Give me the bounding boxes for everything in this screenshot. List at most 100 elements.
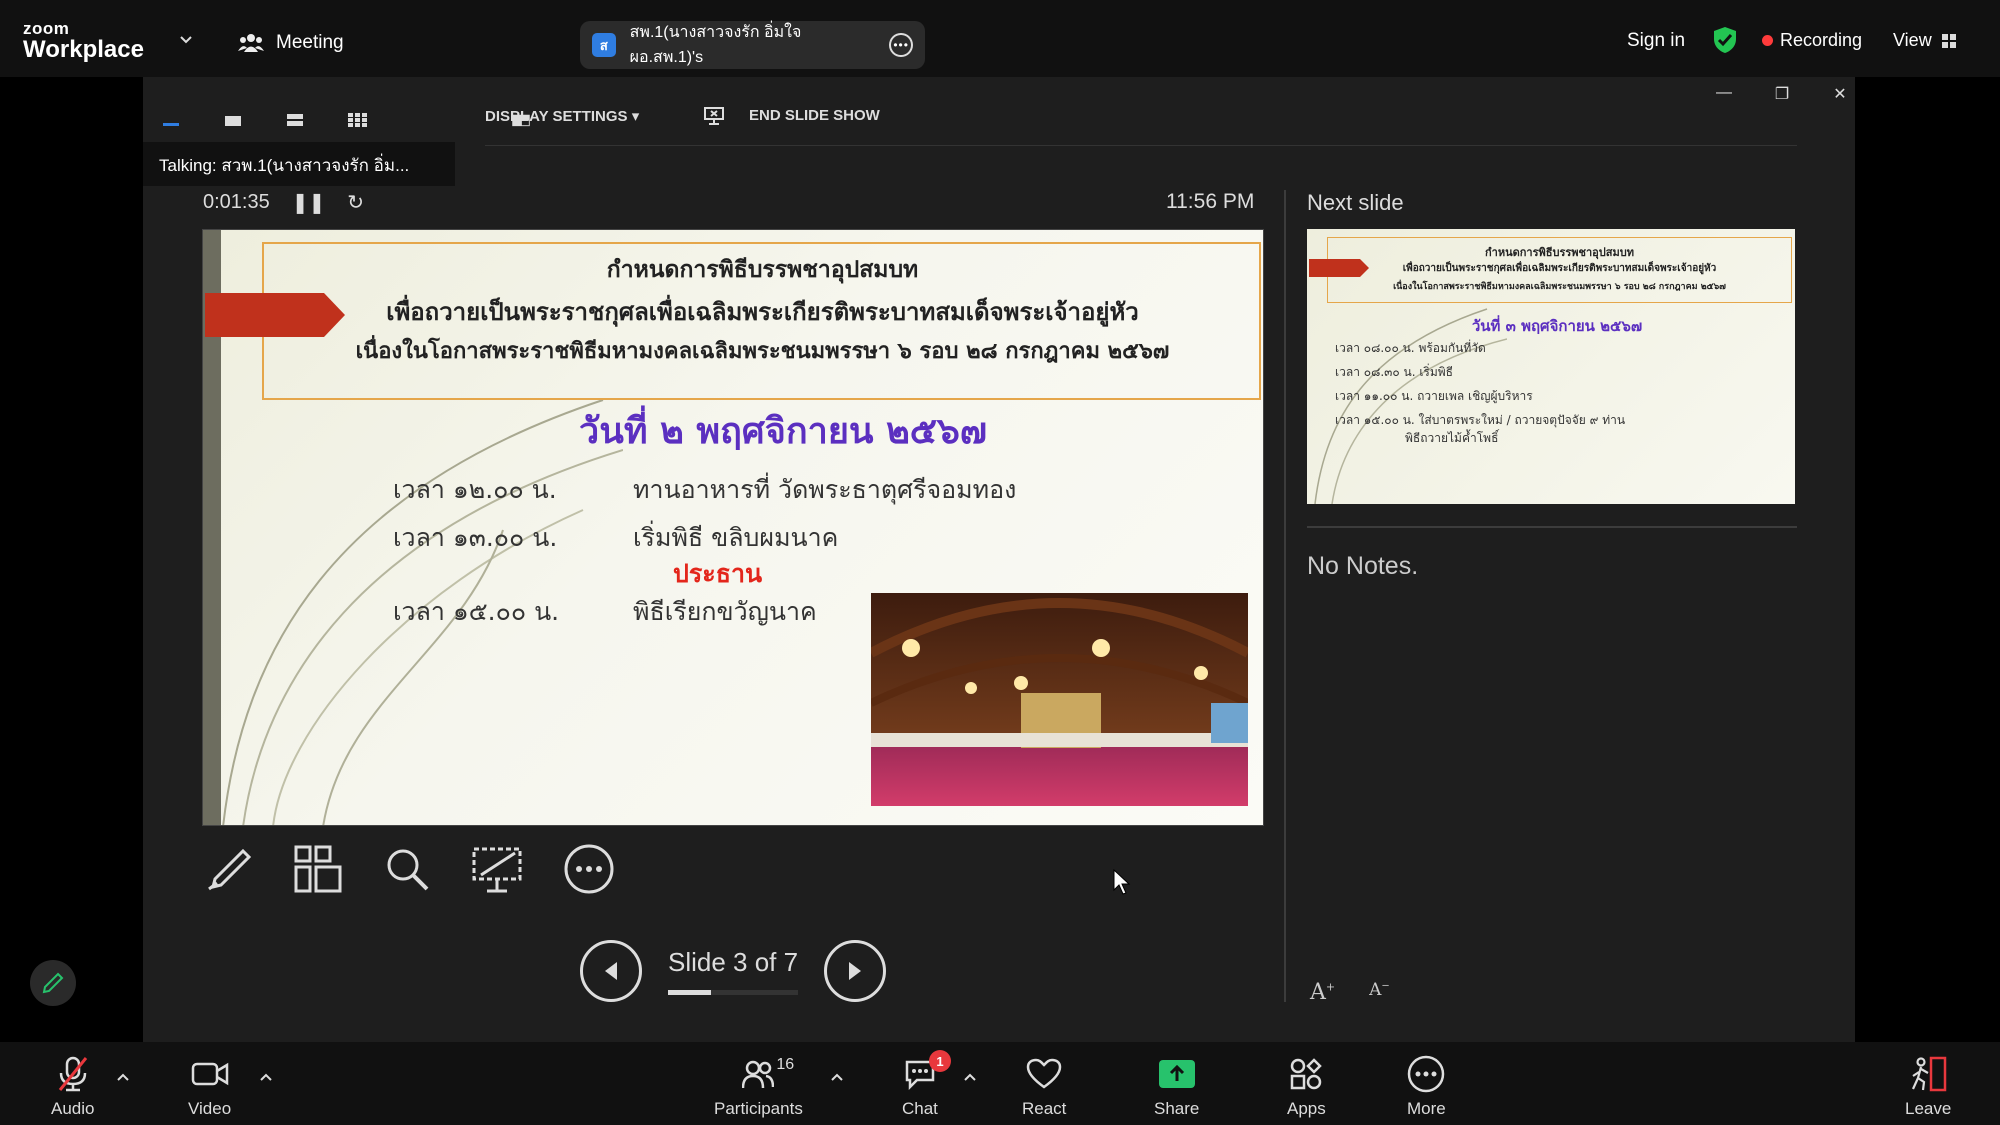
clock-time: 11:56 PM bbox=[1166, 190, 1255, 213]
chat-label: Chat bbox=[902, 1099, 938, 1118]
end-slide-show-button[interactable]: END SLIDE SHOW bbox=[703, 105, 880, 125]
apps-label: Apps bbox=[1287, 1099, 1326, 1118]
shield-check-icon[interactable] bbox=[1712, 26, 1738, 54]
sign-in-link[interactable]: Sign in bbox=[1627, 30, 1685, 52]
apps-button[interactable]: Apps bbox=[1287, 1056, 1326, 1119]
meeting-menu[interactable]: Meeting bbox=[238, 32, 344, 54]
react-button[interactable]: React bbox=[1022, 1056, 1066, 1119]
slide-progress-bar bbox=[668, 990, 798, 995]
top-bar: zoom Workplace Meeting ส สพ.1(นางสาวจงรั… bbox=[0, 0, 2000, 77]
thumb-row-5: พิธีถวายไม้ค้ำโพธิ์ bbox=[1405, 431, 1499, 445]
pencil-icon bbox=[42, 972, 64, 994]
share-label: Share bbox=[1154, 1099, 1200, 1118]
panel-divider bbox=[1284, 190, 1286, 1002]
thumb-row-1: เวลา ๐๘.๐๐ น. พร้อมกันที่วัด bbox=[1335, 341, 1486, 355]
heart-icon bbox=[1026, 1058, 1062, 1089]
layout-gallery-icon[interactable] bbox=[347, 113, 367, 127]
apps-icon bbox=[1291, 1058, 1323, 1090]
zoom-magnifier-icon[interactable] bbox=[383, 845, 431, 893]
view-button[interactable]: View bbox=[1893, 30, 1957, 51]
thumb-title-line-2: เพื่อถวายเป็นพระราชกุศลเพื่อเฉลิมพระเกีย… bbox=[1402, 263, 1717, 274]
thumb-date: วันที่ ๓ พฤศจิกายน ๒๕๖๗ bbox=[1471, 317, 1643, 335]
chat-button[interactable]: 1 Chat bbox=[902, 1050, 951, 1119]
audio-button[interactable]: Audio bbox=[51, 1056, 94, 1119]
meeting-label: Meeting bbox=[276, 32, 344, 53]
video-camera-icon bbox=[191, 1062, 228, 1086]
share-button[interactable]: Share bbox=[1154, 1056, 1199, 1119]
recording-dot-icon bbox=[1762, 35, 1773, 46]
window-controls: — ❐ ✕ bbox=[1712, 84, 1852, 104]
leave-label: Leave bbox=[1905, 1099, 1952, 1118]
schedule-time-1: เวลา ๑๒.๐๐ น. bbox=[393, 475, 557, 504]
more-button[interactable]: More bbox=[1407, 1055, 1446, 1119]
schedule-text-1: ทานอาหารที่ วัดพระธาตุศรีจอมทอง bbox=[633, 475, 1017, 504]
font-size-controls: A+ A− bbox=[1310, 980, 1390, 1005]
share-screen-icon bbox=[1158, 1060, 1195, 1088]
tab-initial-badge: ส bbox=[592, 33, 616, 57]
people-icon bbox=[238, 34, 264, 52]
pause-icon[interactable]: ❚❚ bbox=[292, 190, 326, 215]
layout-minimize-icon[interactable] bbox=[161, 113, 181, 127]
reset-icon[interactable]: ↻ bbox=[347, 190, 364, 215]
thumb-row-2: เวลา ๐๘.๓๐ น. เริ่มพิธี bbox=[1335, 365, 1454, 379]
schedule-text-3: พิธีเรียกขวัญนาค bbox=[633, 597, 817, 626]
display-settings-button[interactable]: DISPLAY SETTINGS ▾ bbox=[485, 107, 639, 125]
more-label: More bbox=[1407, 1099, 1446, 1118]
next-slide-thumbnail[interactable]: กำหนดการพิธีบรรพชาอุปสมบท เพื่อถวายเป็นพ… bbox=[1307, 229, 1795, 504]
notes-divider bbox=[1307, 526, 1797, 528]
participants-options-chevron-icon[interactable] bbox=[830, 1072, 844, 1082]
logo-workplace-text: Workplace bbox=[23, 36, 144, 63]
previous-slide-button[interactable] bbox=[580, 940, 642, 1002]
triangle-right-icon bbox=[849, 962, 862, 980]
more-options-icon[interactable] bbox=[563, 843, 615, 895]
increase-font-icon[interactable]: A+ bbox=[1310, 980, 1335, 1005]
grid-icon bbox=[1941, 33, 1956, 48]
toolbar-divider bbox=[485, 145, 1797, 146]
audio-options-chevron-icon[interactable] bbox=[116, 1072, 130, 1082]
zoom-logo: zoom Workplace bbox=[23, 20, 144, 62]
slide-progress-fill bbox=[668, 990, 711, 995]
speaker-notes: No Notes. bbox=[1307, 552, 1419, 580]
schedule-time-2: เวลา ๑๓.๐๐ น. bbox=[393, 523, 558, 552]
participants-count: 16 bbox=[776, 1056, 795, 1073]
schedule-time-3: เวลา ๑๕.๐๐ น. bbox=[393, 597, 560, 626]
end-show-icon bbox=[704, 107, 724, 125]
next-slide-button[interactable] bbox=[824, 940, 887, 1002]
black-screen-icon[interactable] bbox=[471, 843, 523, 895]
participants-button[interactable]: 16 Participants bbox=[714, 1056, 803, 1119]
audio-label: Audio bbox=[51, 1099, 95, 1118]
pen-icon[interactable] bbox=[205, 845, 253, 893]
thumb-title-line-3: เนื่องในโอกาสพระราชพิธีมหามงคลเฉลิมพระชน… bbox=[1393, 282, 1726, 292]
restore-icon[interactable]: ❐ bbox=[1770, 84, 1794, 104]
tab-title: สพ.1(นางสาวจงรัก อิ่มใจ ผอ.สพ.1)'s bbox=[629, 24, 802, 66]
chevron-down-icon[interactable] bbox=[180, 33, 192, 45]
video-button[interactable]: Video bbox=[188, 1056, 231, 1119]
react-label: React bbox=[1022, 1099, 1067, 1118]
recording-indicator[interactable]: Recording bbox=[1762, 30, 1862, 51]
slide-title-line-3: เนื่องในโอกาสพระราชพิธีมหามงคลเฉลิมพระชน… bbox=[355, 338, 1170, 364]
leave-button[interactable]: Leave bbox=[1905, 1056, 1951, 1119]
current-slide[interactable]: กำหนดการพิธีบรรพชาอุปสมบท เพื่อถวายเป็นพ… bbox=[202, 229, 1264, 826]
shared-screen-tab[interactable]: ส สพ.1(นางสาวจงรัก อิ่มใจ ผอ.สพ.1)'s ••• bbox=[580, 21, 925, 69]
slide-sorter-icon[interactable] bbox=[293, 844, 343, 894]
annotate-button[interactable] bbox=[30, 960, 76, 1006]
thumb-row-4: เวลา ๑๕.๐๐ น. ใส่บาตรพระใหม่ / ถวายจตุปั… bbox=[1335, 413, 1626, 427]
next-slide-label: Next slide bbox=[1307, 190, 1404, 215]
schedule-chairman: ประธาน bbox=[673, 559, 763, 588]
minimize-icon[interactable]: — bbox=[1712, 84, 1736, 104]
chat-unread-badge: 1 bbox=[928, 1050, 951, 1072]
more-dots-icon bbox=[1408, 1055, 1445, 1093]
chat-options-chevron-icon[interactable] bbox=[963, 1072, 977, 1082]
more-options-icon[interactable]: ••• bbox=[889, 33, 913, 57]
layout-single-icon[interactable] bbox=[223, 113, 243, 127]
slide-title-line-2: เพื่อถวายเป็นพระราชกุศลเพื่อเฉลิมพระเกีย… bbox=[386, 297, 1139, 326]
elapsed-time: 0:01:35 bbox=[203, 191, 270, 213]
slide-counter-block: Slide 3 of 7 bbox=[668, 947, 798, 995]
thumb-title-line-1: กำหนดการพิธีบรรพชาอุปสมบท bbox=[1485, 246, 1634, 259]
video-options-chevron-icon[interactable] bbox=[259, 1072, 273, 1082]
participants-label: Participants bbox=[714, 1099, 803, 1118]
close-icon[interactable]: ✕ bbox=[1828, 84, 1852, 104]
layout-stack-icon[interactable] bbox=[285, 113, 305, 127]
participants-icon bbox=[742, 1060, 775, 1089]
decrease-font-icon[interactable]: A− bbox=[1369, 980, 1390, 1005]
